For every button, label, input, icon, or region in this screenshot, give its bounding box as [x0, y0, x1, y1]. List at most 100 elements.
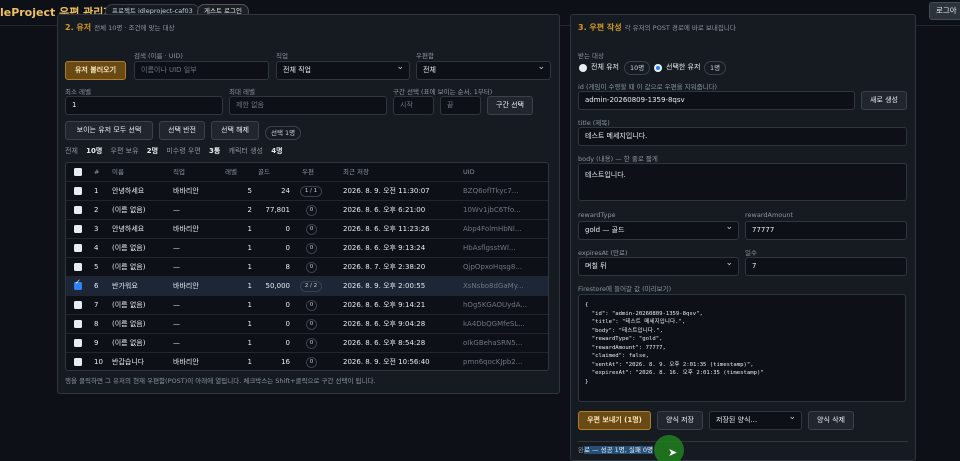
table-footnote: 행을 클릭하면 그 유저의 현재 우편함(POST)이 아래에 열립니다. 체크…: [65, 377, 376, 385]
table-row[interactable]: 5 (이름 없음) — 1 8 2026. 8. 7. 오후 2:38:20 QjpOpxo…: [66, 258, 548, 277]
row-checkbox[interactable]: [74, 225, 82, 233]
row-checkbox[interactable]: [74, 278, 82, 290]
cell-name: (이름 없음): [112, 301, 146, 309]
cell-gold: 50,000: [265, 282, 291, 290]
users-table: # 이름 직업 레벨 골드 우편 최근 저장 UID 1 안녕하세요 바바리안 5 24…: [65, 162, 549, 371]
delete-template-button[interactable]: 양식 삭제: [808, 411, 854, 430]
clear-selection-button[interactable]: 선택 해제: [211, 121, 259, 140]
expires-select[interactable]: 며칠 뒤: [578, 257, 739, 276]
table-row[interactable]: 4 (이름 없음) — 1 0 2026. 8. 6. 오후 9:13:24 HbAsflg…: [66, 239, 548, 258]
radio-all-users-label[interactable]: 전체 유저: [591, 62, 619, 72]
cell-gold: 24: [281, 187, 290, 195]
min-level-input[interactable]: 1: [65, 96, 223, 115]
cell-uid: HbAsflgsstWl...: [463, 244, 516, 252]
col-num: #: [94, 168, 100, 176]
table-row[interactable]: 8 (이름 없음) — 1 0 2026. 8. 6. 오후 9:04:28 kA4DbQG…: [66, 315, 548, 334]
cell-name: 안녕하세요: [112, 225, 145, 233]
max-level-label: 최대 레벨: [229, 88, 255, 96]
row-checkbox[interactable]: [74, 244, 82, 252]
max-level-input[interactable]: 제한 없음: [229, 96, 387, 115]
row-checkbox[interactable]: [74, 339, 82, 347]
expires-label: expiresAt (만료): [578, 249, 628, 257]
cell-uid: XsNsbo8dGaMy...: [463, 282, 524, 290]
cell-saved: 2026. 8. 7. 오후 2:38:20: [343, 263, 426, 271]
send-result-text: 완료 — 성공 1명, 실패 0명: [578, 441, 908, 455]
range-start-input[interactable]: 시작: [393, 96, 434, 115]
cell-num: 7: [94, 301, 99, 309]
cell-name: (이름 없음): [112, 244, 146, 252]
table-row[interactable]: 10 반갑습니다 바바리안 1 16 2026. 8. 9. 오전 10:56:40 pmn…: [66, 353, 548, 370]
cell-num: 6: [94, 282, 99, 290]
cell-job: 바바리안: [173, 358, 199, 366]
row-checkbox[interactable]: [74, 320, 82, 328]
send-mail-button[interactable]: 우편 보내기 (1명): [578, 411, 651, 430]
selected-count-badge: 선택 1명: [265, 126, 302, 140]
select-all-visible-button[interactable]: 보이는 유저 모두 선택: [65, 121, 153, 140]
cell-job: —: [173, 206, 180, 214]
load-users-button[interactable]: 유저 불러오기: [65, 61, 126, 80]
table-row[interactable]: 1 안녕하세요 바바리안 5 24 2026. 8. 9. 오전 11:30:07 BZQ6…: [66, 182, 548, 201]
row-checkbox[interactable]: [74, 301, 82, 309]
title-label: title (제목): [578, 119, 610, 127]
cell-gold: 0: [285, 244, 290, 252]
radio-all-users[interactable]: [579, 64, 587, 72]
cell-level: 1: [247, 301, 252, 309]
cell-level: 1: [247, 282, 252, 290]
radio-selected-users-label[interactable]: 선택한 유저: [666, 62, 700, 72]
select-all-checkbox[interactable]: [74, 168, 82, 176]
mail-title-input[interactable]: 테스트 메세지입니다.: [578, 127, 907, 146]
days-label: 일수: [745, 249, 757, 257]
logout-button[interactable]: 로그아: [929, 2, 960, 20]
mail-body-textarea[interactable]: 테스트입니다.: [578, 163, 907, 201]
invert-selection-button[interactable]: 선택 반전: [159, 121, 205, 140]
mail-count-badge: 1 / 1: [300, 186, 322, 197]
cell-job: —: [173, 339, 180, 347]
col-name: 이름: [112, 168, 124, 176]
mailbox-label: 우편함: [416, 52, 434, 60]
selected-users-count: 1명: [704, 61, 727, 75]
mail-count-badge: 0: [306, 262, 317, 273]
cell-saved: 2026. 8. 9. 오후 2:00:55: [343, 282, 426, 290]
table-row[interactable]: 9 (이름 없음) — 1 0 2026. 8. 6. 오후 8:54:28 oIkGBeh…: [66, 334, 548, 353]
cell-num: 2: [94, 206, 99, 214]
cell-name: 반가워요: [112, 282, 138, 290]
row-checkbox[interactable]: [74, 187, 82, 195]
radio-selected-users[interactable]: [654, 64, 662, 72]
cell-job: —: [173, 263, 180, 271]
mail-count-badge: 0: [306, 243, 317, 254]
table-row[interactable]: 2 (이름 없음) — 2 77,801 2026. 8. 6. 오후 6:21:00 10…: [66, 201, 548, 220]
table-row[interactable]: 3 안녕하세요 바바리안 1 0 2026. 8. 6. 오후 11:23:26 Abp4F…: [66, 220, 548, 239]
reward-amount-input[interactable]: 77777: [745, 221, 907, 240]
cell-name: (이름 없음): [112, 206, 146, 214]
days-input[interactable]: 7: [745, 257, 907, 276]
table-header: # 이름 직업 레벨 골드 우편 최근 저장 UID: [66, 163, 548, 182]
cell-num: 1: [94, 187, 99, 195]
cell-saved: 2026. 8. 6. 오후 9:14:21: [343, 301, 426, 309]
saved-templates-select[interactable]: 저장된 양식...: [709, 411, 802, 430]
cell-name: 안녕하세요: [112, 187, 145, 195]
cell-num: 8: [94, 320, 99, 328]
reward-type-select[interactable]: gold — 골드: [578, 221, 739, 240]
row-checkbox[interactable]: [74, 206, 82, 214]
table-row[interactable]: 7 (이름 없음) — 1 0 2026. 8. 6. 오후 9:14:21 hOg5KGA…: [66, 296, 548, 315]
mail-id-input[interactable]: admin-20260809-1359-8qsv: [578, 91, 855, 110]
row-checkbox[interactable]: [74, 358, 82, 366]
col-saved: 최근 저장: [343, 168, 369, 176]
col-level: 레벨: [225, 168, 237, 176]
cell-level: 1: [247, 339, 252, 347]
row-checkbox[interactable]: [74, 263, 82, 271]
cell-job: 바바리안: [173, 225, 199, 233]
save-template-button[interactable]: 양식 저장: [657, 411, 703, 430]
job-select[interactable]: 전체 직업: [276, 61, 410, 80]
table-row[interactable]: 6 반가워요 바바리안 1 50,000 2026. 8. 9. 오후 2:00:55 Xs…: [66, 277, 548, 296]
range-label: 구간 선택 (표에 보이는 순서, 1부터): [393, 88, 493, 96]
mailbox-select[interactable]: 전체: [416, 61, 551, 80]
cell-name: (이름 없음): [112, 263, 146, 271]
cell-job: —: [173, 244, 180, 252]
id-label: id (게임이 수령할 때 이 값으로 우편을 지워줍니다): [578, 83, 718, 91]
range-select-button[interactable]: 구간 선택: [487, 96, 533, 115]
mail-count-badge: 0: [306, 357, 317, 368]
new-id-button[interactable]: 새로 생성: [861, 91, 907, 110]
range-end-input[interactable]: 끝: [440, 96, 481, 115]
search-input[interactable]: 이름이나 UID 일부: [134, 61, 269, 80]
